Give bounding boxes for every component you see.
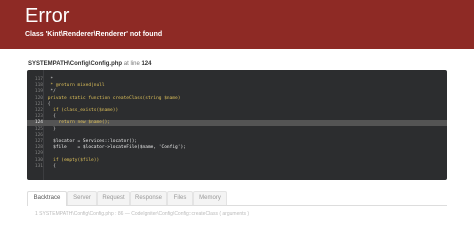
line-source: if (empty($file)) (45, 157, 100, 163)
tab-label: Request (102, 195, 125, 201)
code-line: 126 (27, 133, 447, 139)
code-line: 124 return new $name(); (27, 120, 447, 127)
line-source: private static function createClass(stri… (45, 95, 181, 101)
code-line: 118 * @return mixed|null (27, 83, 447, 89)
line-source: } (45, 126, 56, 132)
line-number: 125 (34, 126, 43, 132)
line-number: 121 (34, 101, 43, 107)
tab-server[interactable]: Server (67, 191, 97, 205)
line-source: $file = $locator->locateFile($name, 'Con… (45, 145, 186, 151)
error-header: Error Class 'Kint\Renderer\Renderer' not… (0, 0, 474, 49)
code-line: 129 (27, 151, 447, 157)
tab-strip: Backtrace Server Request Response Files … (27, 191, 447, 206)
line-source: return new $name(); (45, 120, 111, 126)
code-line: 121 { (27, 102, 447, 108)
code-line: 120 private static function createClass(… (27, 96, 447, 102)
line-number: 119 (34, 89, 43, 95)
tab-label: Response (134, 195, 163, 201)
code-line: 131 { (27, 164, 447, 170)
backtrace-entry: 1 SYSTEMPATH\Config\Config.php : 86 — Co… (35, 211, 250, 217)
tab-label: Server (73, 195, 91, 201)
code-line: 119 */ (27, 89, 447, 95)
tab-response[interactable]: Response (130, 191, 167, 205)
error-message: Class 'Kint\Renderer\Renderer' not found (25, 31, 163, 38)
tab-backtrace[interactable]: Backtrace (27, 191, 67, 206)
code-line: 122 if (class_exists($name)) (27, 108, 447, 114)
error-title: Error (25, 5, 70, 27)
line-number: 124 (34, 120, 43, 126)
line-number: 129 (34, 151, 43, 157)
line-number: 131 (34, 163, 43, 169)
tab-memory[interactable]: Memory (193, 191, 227, 205)
source-at-label: at line (123, 61, 140, 67)
tab-request[interactable]: Request (97, 191, 130, 205)
source-file: SYSTEMPATH\Config\Config.php (28, 61, 123, 67)
tab-panel: Backtrace Server Request Response Files … (27, 191, 447, 223)
tab-label: Files (173, 195, 187, 201)
line-source: { (45, 163, 56, 169)
line-source: { (45, 101, 51, 107)
tab-label: Backtrace (33, 195, 61, 201)
source-line-number: 124 (141, 61, 152, 67)
tab-files[interactable]: Files (167, 191, 193, 205)
line-number: 120 (34, 95, 43, 101)
line-source: */ (45, 89, 56, 95)
code-line: 130 if (empty($file)) (27, 158, 447, 164)
code-line: 125 } (27, 127, 447, 133)
line-number: 130 (34, 157, 43, 163)
code-line: 128 $file = $locator->locateFile($name, … (27, 145, 447, 151)
line-number: 126 (34, 132, 43, 138)
tab-label: Memory (199, 195, 221, 201)
code-snippet: 117 * 118 * @return mixed|null 119 */120 p… (27, 70, 447, 180)
source-location: SYSTEMPATH\Config\Config.php at line 124 (28, 60, 151, 68)
